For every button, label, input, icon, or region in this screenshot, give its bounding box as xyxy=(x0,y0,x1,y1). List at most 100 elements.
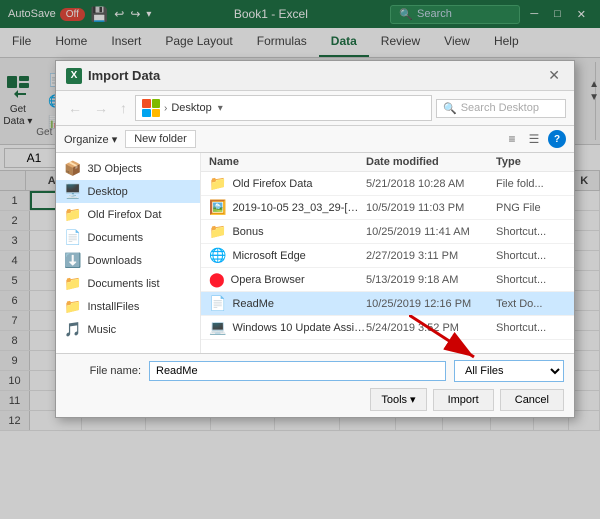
edge-type: Shortcut... xyxy=(496,250,566,262)
view-list-button[interactable]: ≡ xyxy=(502,129,522,149)
opera-type: Shortcut... xyxy=(496,274,566,286)
windows-update-type: Shortcut... xyxy=(496,322,566,334)
file-row-readme[interactable]: 📄 ReadMe 10/25/2019 12:16 PM Text Do... xyxy=(201,292,574,316)
old-firefox-icon: 📁 xyxy=(64,206,81,223)
sidebar-item-3d-objects[interactable]: 📦 3D Objects xyxy=(56,157,200,180)
dialog-overlay: X Import Data ✕ ← → ↑ › Desktop ▾ 🔍 Sear… xyxy=(0,0,600,519)
tools-label: Tools xyxy=(381,394,407,406)
cancel-dialog-button[interactable]: Cancel xyxy=(500,389,564,411)
col-type-header: Type xyxy=(496,156,566,168)
forward-button[interactable]: → xyxy=(90,98,112,118)
documents-label: Documents xyxy=(87,232,143,244)
sidebar-item-desktop[interactable]: 🖥️ Desktop xyxy=(56,180,200,203)
view-detail-button[interactable]: ☰ xyxy=(524,129,544,149)
new-folder-button[interactable]: New folder xyxy=(125,130,196,148)
bonus-date: 10/25/2019 11:41 AM xyxy=(366,226,496,238)
edge-icon: 🌐 xyxy=(209,247,226,264)
sidebar-item-installfiles[interactable]: 📁 InstallFiles xyxy=(56,295,200,318)
dialog-title-bar: X Import Data ✕ xyxy=(56,61,574,91)
file-row-pdf[interactable]: 🖼️ 2019-10-05 23_03_29-[Untitled].pdf7.p… xyxy=(201,196,574,220)
file-row-old-firefox[interactable]: 📁 Old Firefox Data 5/21/2018 10:28 AM Fi… xyxy=(201,172,574,196)
organize-button[interactable]: Organize ▾ xyxy=(64,133,117,146)
file-name-readme: 📄 ReadMe xyxy=(209,295,366,312)
location-path-text: Desktop xyxy=(171,102,211,114)
edge-name: Microsoft Edge xyxy=(232,250,305,262)
file-row-windows-update[interactable]: 💻 Windows 10 Update Assistant 5/24/2019 … xyxy=(201,316,574,340)
file-name-input[interactable] xyxy=(149,361,446,381)
file-row-opera[interactable]: ⬤ Opera Browser 5/13/2019 9:18 AM Shortc… xyxy=(201,268,574,292)
readme-date: 10/25/2019 12:16 PM xyxy=(366,298,496,310)
pdf-name: 2019-10-05 23_03_29-[Untitled].pdf7.pdf.… xyxy=(232,202,366,214)
installfiles-label: InstallFiles xyxy=(87,301,139,313)
col-date-header: Date modified xyxy=(366,156,496,168)
windows-update-name: Windows 10 Update Assistant xyxy=(232,322,366,334)
dialog-toolbar: Organize ▾ New folder ≡ ☰ ? xyxy=(56,126,574,153)
bonus-type: Shortcut... xyxy=(496,226,566,238)
edge-date: 2/27/2019 3:11 PM xyxy=(366,250,496,262)
music-label: Music xyxy=(87,324,116,336)
search-icon-dialog: 🔍 xyxy=(443,102,457,115)
file-type-dropdown[interactable]: All Files xyxy=(454,360,564,382)
opera-date: 5/13/2019 9:18 AM xyxy=(366,274,496,286)
file-row-edge[interactable]: 🌐 Microsoft Edge 2/27/2019 3:11 PM Short… xyxy=(201,244,574,268)
documents-list-icon: 📁 xyxy=(64,275,81,292)
location-bar[interactable]: › Desktop ▾ xyxy=(135,95,432,121)
file-name-bonus: 📁 Bonus xyxy=(209,223,366,240)
file-name-label: File name: xyxy=(66,365,141,377)
dialog-file-list: Name Date modified Type 📁 Old Firefox Da… xyxy=(201,153,574,353)
windows-logo-icon xyxy=(142,99,160,117)
import-button[interactable]: Import xyxy=(433,389,494,411)
folder-icon: 📁 xyxy=(209,175,226,192)
toolbar-left: Organize ▾ New folder xyxy=(64,130,196,148)
location-dropdown-icon[interactable]: ▾ xyxy=(218,103,223,114)
text-file-icon: 📄 xyxy=(209,295,226,312)
file-name-pdf: 🖼️ 2019-10-05 23_03_29-[Untitled].pdf7.p… xyxy=(209,199,366,216)
dialog-close-button[interactable]: ✕ xyxy=(544,67,564,84)
dialog-title-label: Import Data xyxy=(88,68,160,83)
3d-objects-icon: 📦 xyxy=(64,160,81,177)
footer-buttons: Tools ▾ Import Cancel xyxy=(66,388,564,411)
filename-row: File name: All Files xyxy=(66,360,564,382)
dialog-search-placeholder: Search Desktop xyxy=(461,102,539,114)
dialog-sidebar: 📦 3D Objects 🖥️ Desktop 📁 Old Firefox Da… xyxy=(56,153,201,353)
readme-name: ReadMe xyxy=(232,298,274,310)
windows-update-date: 5/24/2019 3:52 PM xyxy=(366,322,496,334)
up-button[interactable]: ↑ xyxy=(116,98,131,118)
location-separator: › xyxy=(164,103,167,114)
documents-icon: 📄 xyxy=(64,229,81,246)
file-name-windows-update: 💻 Windows 10 Update Assistant xyxy=(209,319,366,336)
sidebar-item-documents-list[interactable]: 📁 Documents list xyxy=(56,272,200,295)
dialog-footer: File name: All Files Tools ▾ Import Canc… xyxy=(56,353,574,417)
old-firefox-date: 5/21/2018 10:28 AM xyxy=(366,178,496,190)
dialog-title-text: X Import Data xyxy=(66,68,160,84)
tools-button[interactable]: Tools ▾ xyxy=(370,388,426,411)
import-dialog: X Import Data ✕ ← → ↑ › Desktop ▾ 🔍 Sear… xyxy=(55,60,575,418)
dialog-search-bar[interactable]: 🔍 Search Desktop xyxy=(436,99,566,118)
opera-name: Opera Browser xyxy=(231,274,305,286)
desktop-icon: 🖥️ xyxy=(64,183,81,200)
sidebar-item-old-firefox[interactable]: 📁 Old Firefox Dat xyxy=(56,203,200,226)
sidebar-item-downloads[interactable]: ⬇️ Downloads xyxy=(56,249,200,272)
file-list-header: Name Date modified Type xyxy=(201,153,574,172)
dialog-nav-bar: ← → ↑ › Desktop ▾ 🔍 Search Desktop xyxy=(56,91,574,126)
file-row-bonus[interactable]: 📁 Bonus 10/25/2019 11:41 AM Shortcut... xyxy=(201,220,574,244)
3d-objects-label: 3D Objects xyxy=(87,163,141,175)
installfiles-icon: 📁 xyxy=(64,298,81,315)
tools-dropdown-icon: ▾ xyxy=(410,393,416,406)
old-firefox-data-name: Old Firefox Data xyxy=(232,178,312,190)
old-firefox-type: File fold... xyxy=(496,178,566,190)
bonus-icon: 📁 xyxy=(209,223,226,240)
image-file-icon: 🖼️ xyxy=(209,199,226,216)
help-button[interactable]: ? xyxy=(548,130,566,148)
sidebar-item-music[interactable]: 🎵 Music xyxy=(56,318,200,341)
music-icon: 🎵 xyxy=(64,321,81,338)
downloads-icon: ⬇️ xyxy=(64,252,81,269)
dialog-excel-icon: X xyxy=(66,68,82,84)
sidebar-item-documents[interactable]: 📄 Documents xyxy=(56,226,200,249)
col-name-header: Name xyxy=(209,156,366,168)
downloads-label: Downloads xyxy=(87,255,141,267)
desktop-label: Desktop xyxy=(87,186,127,198)
file-name-opera: ⬤ Opera Browser xyxy=(209,271,366,288)
back-button[interactable]: ← xyxy=(64,98,86,118)
file-name-old-firefox: 📁 Old Firefox Data xyxy=(209,175,366,192)
